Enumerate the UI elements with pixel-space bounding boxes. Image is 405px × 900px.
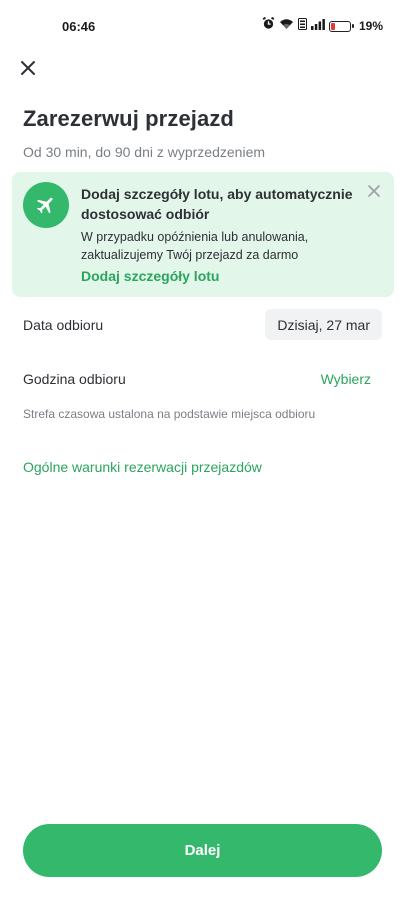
- volte-icon: [297, 17, 307, 35]
- status-icons: 19%: [262, 16, 383, 35]
- pickup-date-label: Data odbioru: [23, 317, 104, 333]
- airplane-icon: [23, 182, 69, 228]
- banner-close-button[interactable]: [366, 183, 382, 199]
- close-button[interactable]: [16, 56, 40, 80]
- pickup-date-selector[interactable]: Dzisiaj, 27 mar: [265, 309, 382, 340]
- status-time: 06:46: [62, 19, 96, 34]
- alarm-icon: [262, 16, 275, 35]
- pickup-time-label: Godzina odbioru: [23, 371, 126, 387]
- add-flight-details-link[interactable]: Dodaj szczegóły lotu: [81, 268, 219, 284]
- close-icon: [368, 185, 380, 197]
- battery-percent: 19%: [358, 19, 383, 33]
- flight-details-banner: Dodaj szczegóły lotu, aby automatycznie …: [12, 172, 394, 297]
- status-bar: 06:46 19%: [0, 0, 405, 52]
- wifi-icon: [279, 17, 294, 35]
- pickup-time-choose-button[interactable]: Wybierz: [321, 371, 371, 387]
- page-title: Zarezerwuj przejazd: [23, 106, 234, 131]
- booking-terms-link[interactable]: Ogólne warunki rezerwacji przejazdów: [23, 459, 262, 475]
- banner-text: W przypadku opóźnienia lub anulowania, z…: [81, 230, 309, 262]
- battery-icon: [328, 20, 354, 32]
- close-icon: [21, 61, 35, 75]
- banner-title: Dodaj szczegóły lotu, aby automatycznie …: [81, 186, 353, 222]
- page-subtitle: Od 30 min, do 90 dni z wyprzedzeniem: [23, 144, 266, 160]
- signal-icon: [310, 17, 325, 35]
- timezone-note: Strefa czasowa ustalona na podstawie mie…: [23, 407, 316, 421]
- next-button[interactable]: Dalej: [23, 824, 382, 877]
